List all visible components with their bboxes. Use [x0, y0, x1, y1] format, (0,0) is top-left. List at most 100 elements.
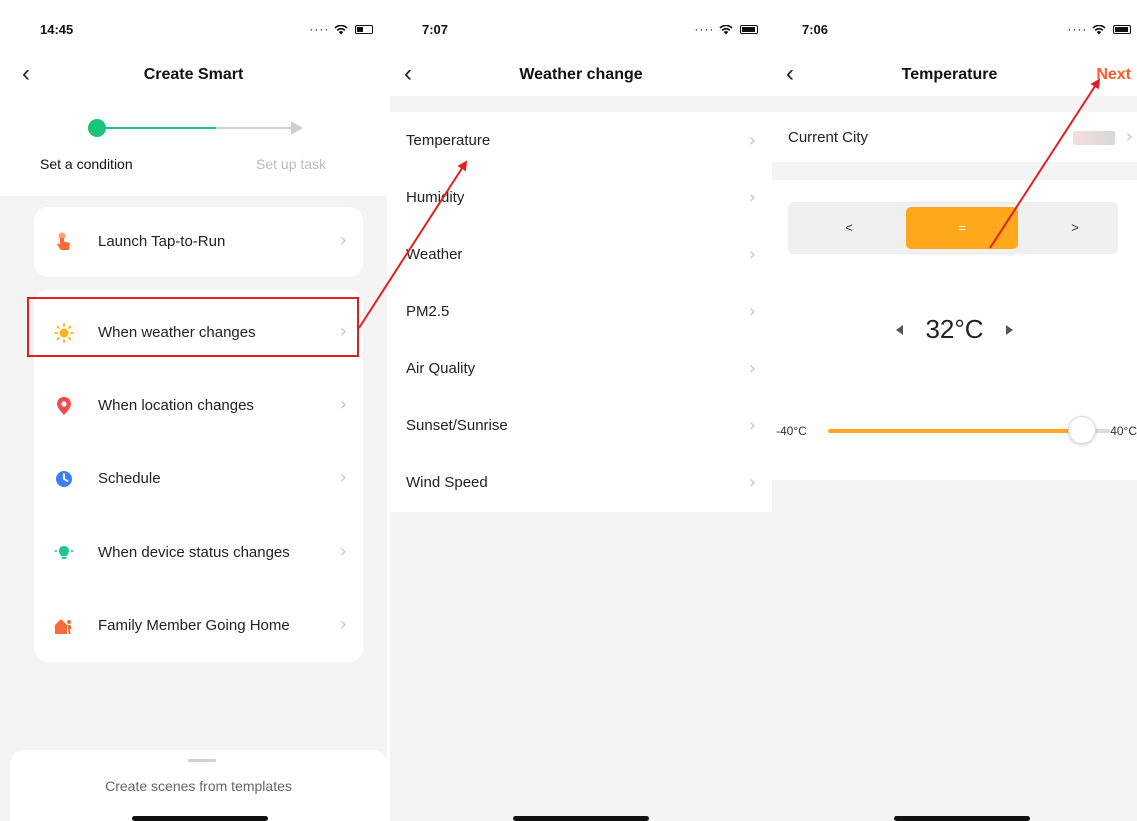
nav-bar: ‹ Temperature Next — [772, 56, 1137, 96]
list-item-wind-speed[interactable]: Wind Speed › — [390, 454, 772, 511]
home-indicator — [513, 816, 649, 821]
chevron-right-icon: › — [339, 541, 347, 562]
list-item-label: Humidity — [406, 189, 465, 206]
weather-change-screen: 7:07 ···· ‹ Weather change Temperature ›… — [390, 0, 772, 821]
chevron-right-icon: › — [339, 467, 347, 488]
battery-icon — [740, 25, 758, 35]
chevron-right-icon: › — [339, 230, 347, 251]
list-item-sunset-sunrise[interactable]: Sunset/Sunrise › — [390, 397, 772, 454]
page-title: Weather change — [519, 66, 643, 83]
current-city-row[interactable]: Current City › — [772, 112, 1137, 162]
comparator-greater-than[interactable]: > — [1019, 207, 1131, 249]
wifi-icon — [719, 24, 733, 35]
battery-icon — [1113, 25, 1131, 35]
signal-icon: ···· — [694, 22, 715, 36]
status-time: 14:45 — [40, 22, 74, 37]
nav-bar: ‹ Create Smart — [0, 56, 387, 96]
temperature-value: 32°C — [925, 314, 984, 344]
battery-icon — [355, 25, 373, 35]
chevron-right-icon: › — [748, 130, 756, 151]
step-arrow-icon — [291, 121, 303, 135]
list-item-label: Family Member Going Home — [98, 617, 290, 634]
templates-sheet[interactable]: Create scenes from templates — [10, 750, 387, 821]
tap-hand-icon — [57, 232, 70, 250]
chevron-right-icon: › — [748, 301, 756, 322]
progress-stepper — [88, 118, 308, 138]
location-pin-icon — [57, 397, 71, 415]
list-item-label: Sunset/Sunrise — [406, 417, 508, 434]
temperature-panel: < = > 32°C -40°C 40°C — [772, 180, 1137, 480]
home-indicator — [894, 816, 1030, 821]
list-item-family-home[interactable]: Family Member Going Home › — [34, 602, 363, 650]
slider-thumb[interactable] — [1068, 416, 1096, 444]
step-line-todo — [216, 127, 292, 129]
temperature-stepper: 32°C — [772, 314, 1137, 345]
list-item-label: Launch Tap-to-Run — [98, 233, 226, 250]
list-item-label: Wind Speed — [406, 474, 488, 491]
temperature-slider[interactable] — [828, 416, 1110, 444]
status-bar: 7:07 ···· — [390, 0, 772, 56]
slider-max-label: 40°C — [1110, 424, 1137, 438]
chevron-right-icon: › — [1125, 126, 1133, 147]
comparator-equal[interactable]: = — [906, 207, 1018, 249]
clock-icon — [56, 471, 72, 487]
bulb-icon — [54, 546, 74, 559]
templates-label: Create scenes from templates — [105, 778, 292, 794]
status-time: 7:07 — [422, 22, 449, 37]
chevron-right-icon: › — [339, 394, 347, 415]
increase-arrow-icon[interactable] — [1005, 324, 1013, 335]
chevron-right-icon: › — [748, 472, 756, 493]
list-item-device-status[interactable]: When device status changes › — [34, 529, 363, 577]
slider-min-label: -40°C — [776, 424, 807, 438]
step-line-done — [104, 127, 216, 129]
create-smart-screen: 14:45 ···· ‹ Create Smart Set a conditio… — [0, 0, 387, 821]
status-bar: 7:06 ···· — [772, 0, 1137, 56]
slider-fill — [828, 429, 1082, 433]
city-value-blurred — [1073, 131, 1115, 145]
status-bar: 14:45 ···· — [0, 0, 387, 56]
list-item-tap-to-run[interactable]: Launch Tap-to-Run › — [34, 218, 363, 266]
chevron-right-icon: › — [748, 187, 756, 208]
nav-bar: ‹ Weather change — [390, 56, 772, 96]
comparator-less-than[interactable]: < — [793, 207, 905, 249]
page-title: Temperature — [901, 66, 998, 83]
list-item-label: Schedule — [98, 470, 161, 487]
weather-options-list: Temperature › Humidity › Weather › PM2.5… — [390, 112, 772, 512]
list-item-label: PM2.5 — [406, 303, 450, 320]
wifi-icon — [1092, 24, 1106, 35]
highlight-box-weather — [27, 297, 359, 357]
chevron-right-icon: › — [748, 358, 756, 379]
status-icons: ···· — [694, 22, 758, 36]
chevron-right-icon: › — [339, 614, 347, 635]
current-city-label: Current City — [788, 129, 869, 146]
chevron-right-icon: › — [748, 244, 756, 265]
next-button[interactable]: Next — [1096, 66, 1131, 84]
list-item-air-quality[interactable]: Air Quality › — [390, 340, 772, 397]
list-item-location[interactable]: When location changes › — [34, 382, 363, 430]
list-item-weather[interactable]: Weather › — [390, 226, 772, 283]
stepper-area — [0, 96, 387, 196]
list-item-label: Air Quality — [406, 360, 476, 377]
status-time: 7:06 — [802, 22, 829, 37]
signal-icon: ···· — [1067, 22, 1088, 36]
list-item-label: Weather — [406, 246, 463, 263]
wifi-icon — [334, 24, 348, 35]
list-item-label: Temperature — [406, 132, 491, 149]
signal-icon: ···· — [309, 22, 330, 36]
list-item-humidity[interactable]: Humidity › — [390, 169, 772, 226]
sheet-handle[interactable] — [188, 759, 216, 762]
person-home-icon — [55, 619, 72, 634]
temperature-screen: 7:06 ···· ‹ Temperature Next Current Cit… — [772, 0, 1137, 821]
step-label-task: Set up task — [256, 156, 327, 172]
status-icons: ···· — [309, 22, 373, 36]
decrease-arrow-icon[interactable] — [896, 324, 904, 335]
chevron-right-icon: › — [748, 415, 756, 436]
list-item-temperature[interactable]: Temperature › — [390, 112, 772, 169]
list-item-label: When location changes — [98, 397, 254, 414]
comparator-segmented-control: < = > — [788, 202, 1118, 254]
list-item-pm25[interactable]: PM2.5 › — [390, 283, 772, 340]
list-item-label: When device status changes — [98, 544, 290, 561]
home-indicator — [132, 816, 268, 821]
list-item-schedule[interactable]: Schedule › — [34, 455, 363, 503]
step-label-condition: Set a condition — [40, 156, 133, 172]
